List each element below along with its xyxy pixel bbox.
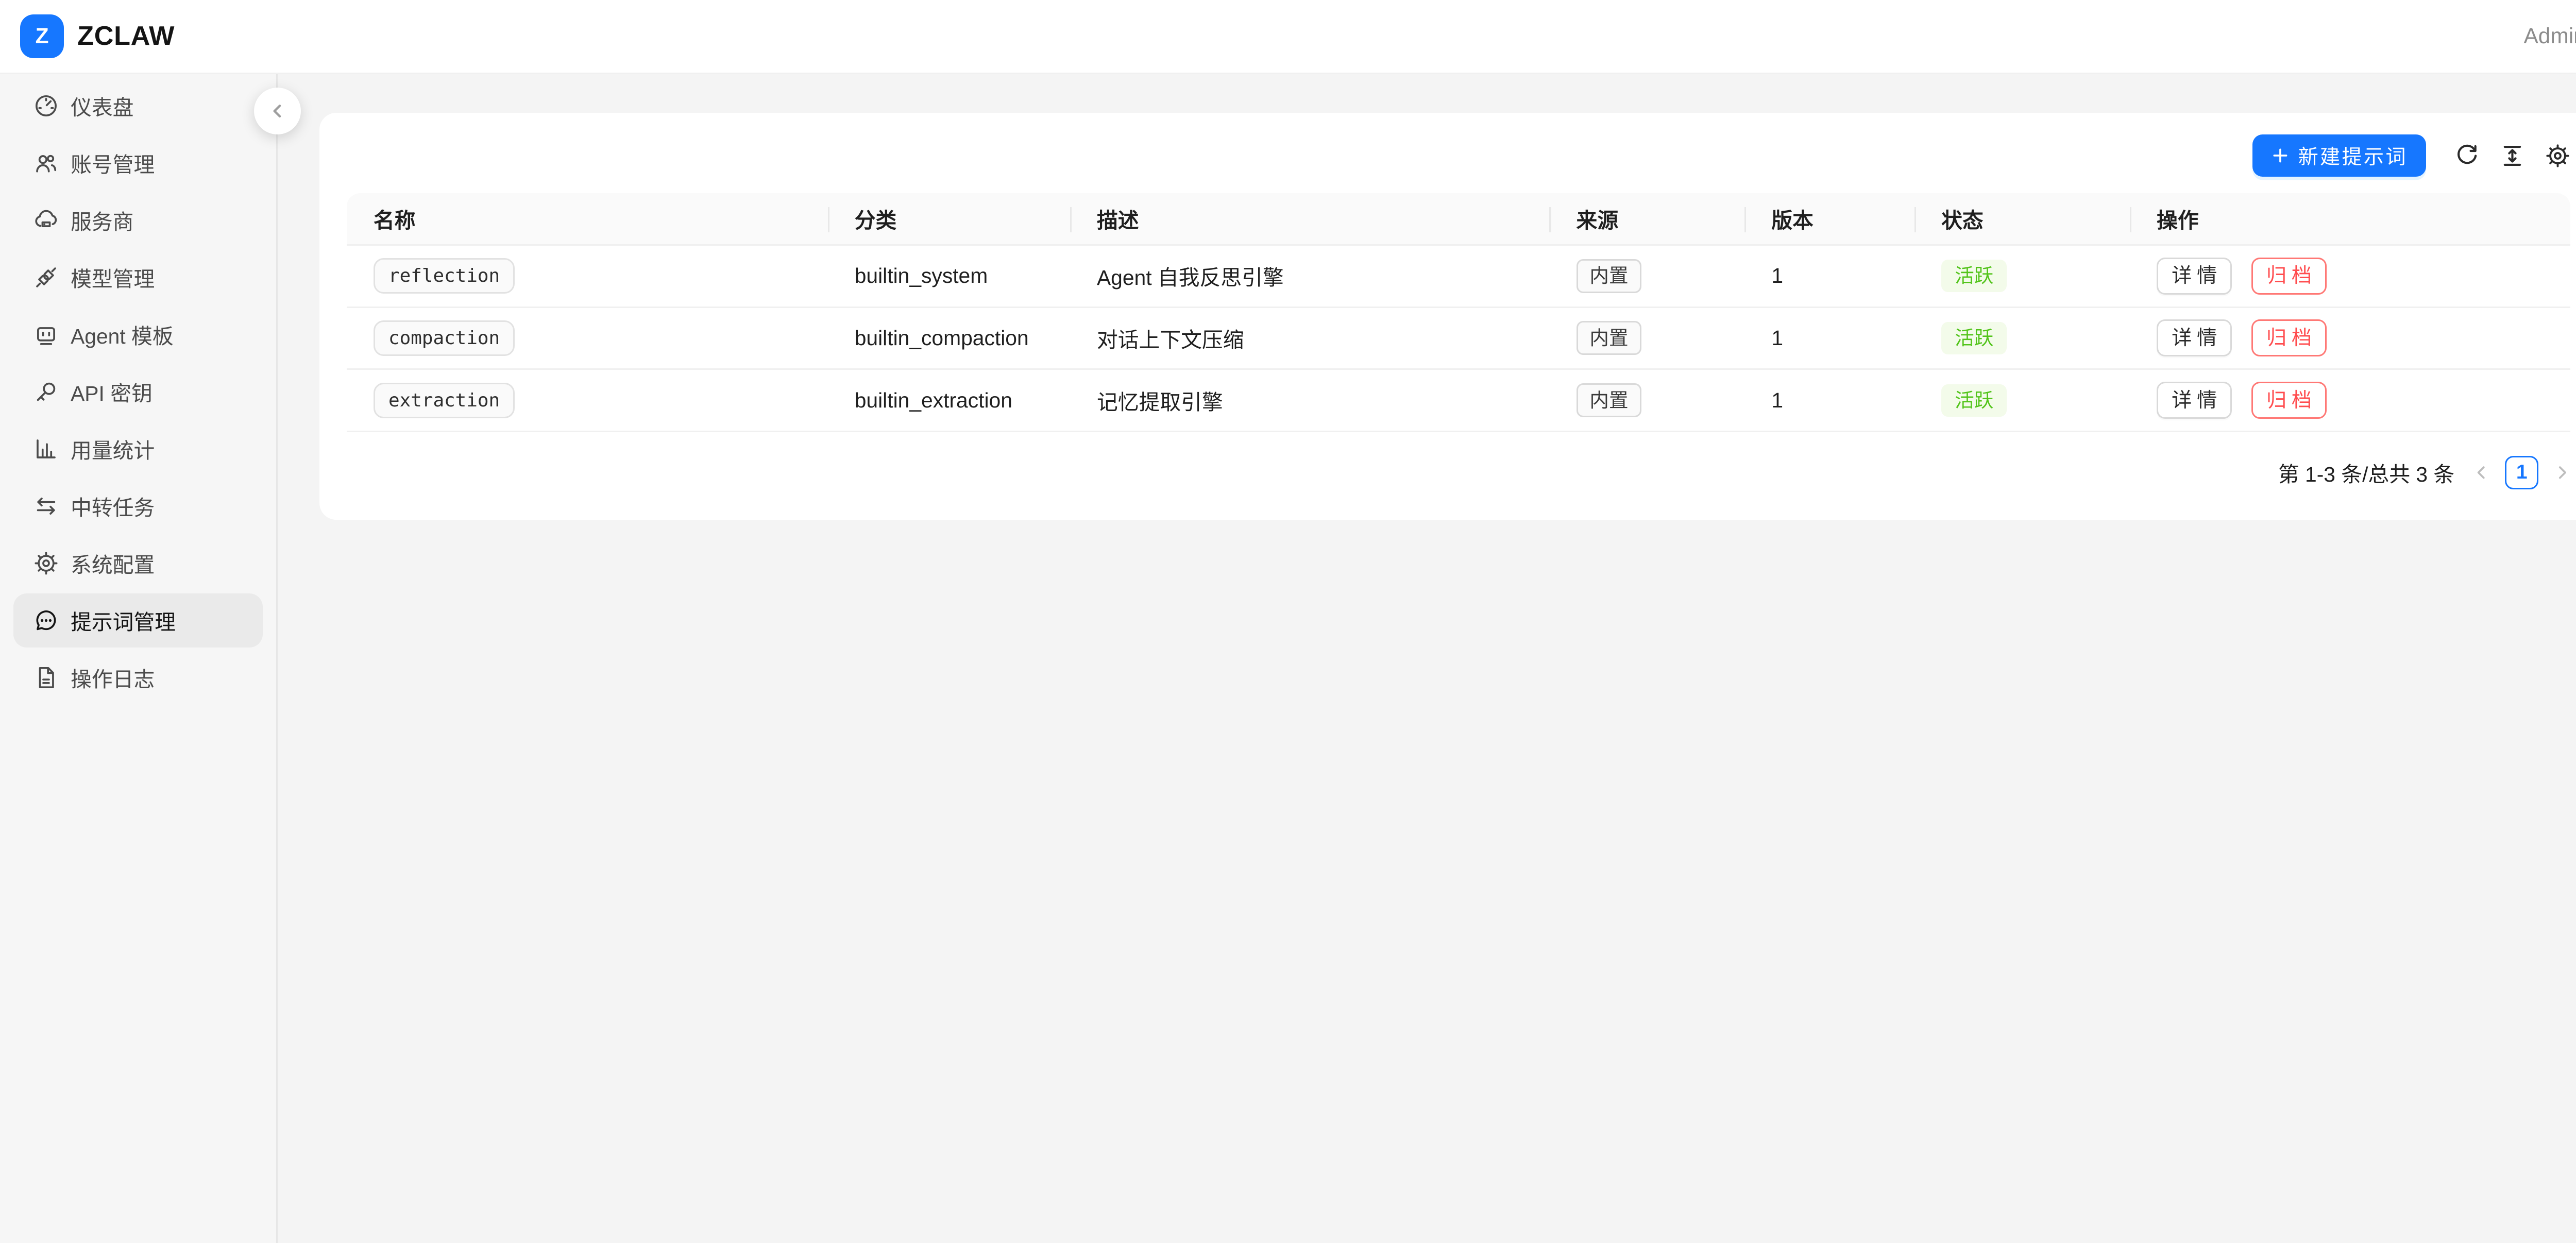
status-badge: 活跃 (1941, 260, 2007, 292)
sidebar-item-label: API 密钥 (71, 377, 152, 407)
prompt-description: 记忆提取引擎 (1070, 370, 1550, 432)
pagination: 第 1-3 条/总共 3 条 1 (347, 454, 2571, 491)
sidebar-nav: 仪表盘 账号管理 服务商 (13, 79, 263, 704)
brand-name: ZCLAW (77, 21, 175, 52)
team-icon (33, 150, 59, 176)
sidebar: 仪表盘 账号管理 服务商 (0, 74, 278, 1243)
column-header-name: 名称 (347, 193, 828, 245)
archive-button[interactable]: 归档 (2251, 382, 2327, 419)
prompt-category: builtin_compaction (828, 308, 1070, 370)
column-header-source: 来源 (1549, 193, 1744, 245)
sidebar-item-label: 账号管理 (71, 148, 155, 178)
prompt-description: 对话上下文压缩 (1070, 308, 1550, 370)
column-header-actions: 操作 (2130, 193, 2571, 245)
pagination-page-1[interactable]: 1 (2505, 456, 2538, 489)
sidebar-item-label: 用量统计 (71, 434, 155, 464)
column-header-description: 描述 (1070, 193, 1550, 245)
message-icon (33, 608, 59, 633)
new-prompt-button[interactable]: 新建提示词 (2252, 134, 2426, 177)
file-icon (33, 665, 59, 690)
table-toolbar: 新建提示词 (347, 134, 2571, 177)
column-height-icon[interactable] (2500, 143, 2525, 168)
api-plug-icon (33, 265, 59, 290)
detail-button[interactable]: 详情 (2157, 382, 2232, 419)
sidebar-item-label: 服务商 (71, 205, 133, 235)
sidebar-item-relay-tasks[interactable]: 中转任务 (13, 479, 263, 533)
prompt-table-card: 新建提示词 名称 分类 (319, 113, 2576, 520)
prompt-name-tag: extraction (374, 383, 515, 418)
sidebar-item-api-keys[interactable]: API 密钥 (13, 365, 263, 418)
sidebar-item-label: 操作日志 (71, 662, 155, 693)
sidebar-item-accounts[interactable]: 账号管理 (13, 136, 263, 190)
sidebar-item-label: Agent 模板 (71, 319, 174, 350)
sidebar-item-dashboard[interactable]: 仪表盘 (13, 79, 263, 132)
sidebar-item-operation-logs[interactable]: 操作日志 (13, 651, 263, 704)
table-row: extraction builtin_extraction 记忆提取引擎 内置 … (347, 370, 2571, 432)
table-row: compaction builtin_compaction 对话上下文压缩 内置… (347, 308, 2571, 370)
sidebar-collapse-button[interactable] (254, 88, 301, 134)
sidebar-item-providers[interactable]: 服务商 (13, 193, 263, 247)
prompt-table: 名称 分类 描述 来源 版本 状态 操作 reflection builtin_ (347, 193, 2571, 432)
pagination-prev-button[interactable] (2473, 464, 2490, 481)
app-root: Z ZCLAW Admin 仪表盘 (0, 0, 2576, 1243)
sidebar-item-agent-templates[interactable]: Agent 模板 (13, 308, 263, 361)
sidebar-item-usage-stats[interactable]: 用量统计 (13, 422, 263, 475)
bar-chart-icon (33, 436, 59, 462)
status-badge: 活跃 (1941, 322, 2007, 354)
chevron-left-icon (267, 101, 287, 121)
prompt-name-tag: compaction (374, 320, 515, 356)
prompt-version: 1 (1744, 308, 1914, 370)
column-header-status: 状态 (1914, 193, 2130, 245)
robot-icon (33, 322, 59, 347)
content-area: 新建提示词 名称 分类 (278, 74, 2576, 1243)
sidebar-item-prompt-management[interactable]: 提示词管理 (13, 593, 263, 647)
gear-icon (33, 551, 59, 576)
prompt-description: Agent 自我反思引擎 (1070, 246, 1550, 308)
prompt-category: builtin_system (828, 246, 1070, 308)
app-logo: Z (20, 14, 64, 58)
table-header-row: 名称 分类 描述 来源 版本 状态 操作 (347, 193, 2571, 245)
sidebar-item-models[interactable]: 模型管理 (13, 250, 263, 304)
sidebar-item-label: 中转任务 (71, 491, 155, 521)
pagination-summary: 第 1-3 条/总共 3 条 (2278, 457, 2454, 488)
status-badge: 活跃 (1941, 384, 2007, 417)
source-tag: 内置 (1577, 383, 1642, 417)
cloud-server-icon (33, 208, 59, 233)
column-header-version: 版本 (1744, 193, 1914, 245)
swap-icon (33, 493, 59, 519)
prompt-category: builtin_extraction (828, 370, 1070, 432)
pagination-next-button[interactable] (2554, 464, 2571, 481)
source-tag: 内置 (1577, 259, 1642, 293)
prompt-version: 1 (1744, 370, 1914, 432)
plus-icon (2271, 146, 2290, 165)
prompt-version: 1 (1744, 246, 1914, 308)
app-shell: 仪表盘 账号管理 服务商 (0, 74, 2576, 1243)
sidebar-item-label: 提示词管理 (71, 605, 176, 636)
reload-icon[interactable] (2454, 143, 2480, 168)
settings-icon[interactable] (2545, 143, 2570, 168)
sidebar-item-label: 仪表盘 (71, 91, 133, 121)
sidebar-item-system-config[interactable]: 系统配置 (13, 536, 263, 590)
archive-button[interactable]: 归档 (2251, 319, 2327, 356)
sidebar-item-label: 系统配置 (71, 548, 155, 578)
new-prompt-button-label: 新建提示词 (2298, 141, 2408, 170)
archive-button[interactable]: 归档 (2251, 258, 2327, 295)
sidebar-item-label: 模型管理 (71, 262, 155, 293)
app-header: Z ZCLAW Admin (0, 0, 2576, 74)
user-menu[interactable]: Admin (2523, 24, 2576, 48)
prompt-name-tag: reflection (374, 258, 515, 294)
source-tag: 内置 (1577, 321, 1642, 355)
key-icon (33, 379, 59, 404)
brand-group: Z ZCLAW (20, 14, 175, 58)
dashboard-icon (33, 93, 59, 118)
detail-button[interactable]: 详情 (2157, 319, 2232, 356)
table-row: reflection builtin_system Agent 自我反思引擎 内… (347, 246, 2571, 308)
detail-button[interactable]: 详情 (2157, 258, 2232, 295)
column-header-category: 分类 (828, 193, 1070, 245)
